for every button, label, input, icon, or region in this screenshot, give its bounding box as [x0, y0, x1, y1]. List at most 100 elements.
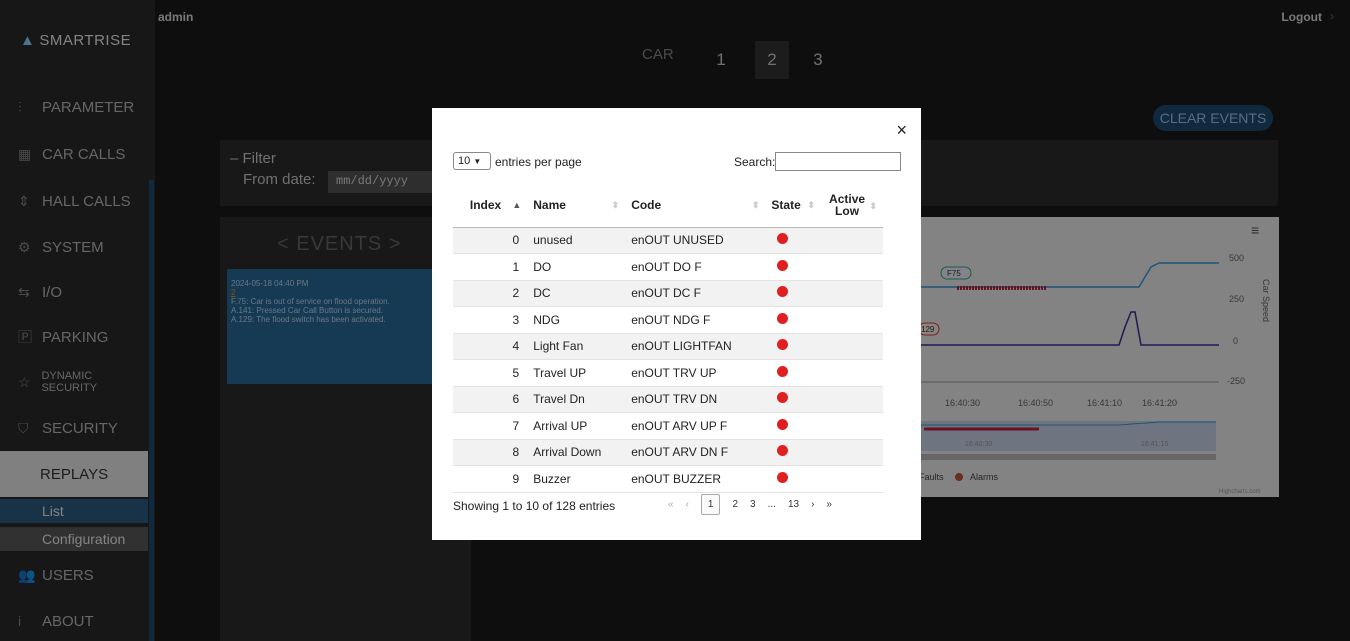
- column-header-name[interactable]: Name ⬍: [527, 183, 626, 228]
- cell-name: NDG: [527, 306, 626, 334]
- entries-per-page-select[interactable]: 10 ▼: [453, 152, 491, 170]
- outputs-modal: × 10 ▼ entries per page Search: Index ▲ N…: [432, 108, 921, 540]
- cell-index: 6: [453, 386, 528, 413]
- cell-name: Arrival UP: [527, 412, 626, 440]
- cell-active-low: [821, 306, 883, 334]
- cell-name: DC: [527, 280, 626, 307]
- cell-index: 1: [453, 253, 528, 281]
- cell-name: Buzzer: [527, 465, 626, 493]
- cell-code: enOUT DO F: [625, 253, 766, 281]
- cell-index: 7: [453, 412, 528, 440]
- cell-index: 0: [453, 227, 528, 254]
- table-row[interactable]: 3 NDG enOUT NDG F: [453, 306, 883, 334]
- column-header-code[interactable]: Code ⬍: [625, 183, 766, 228]
- state-indicator: [777, 445, 789, 457]
- cell-name: Travel UP: [527, 359, 626, 387]
- cell-code: enOUT LIGHTFAN: [625, 333, 766, 360]
- table-row[interactable]: 0 unused enOUT UNUSED: [453, 227, 883, 254]
- table-row[interactable]: 8 Arrival Down enOUT ARV DN F: [453, 439, 883, 466]
- table-row[interactable]: 5 Travel UP enOUT TRV UP: [453, 359, 883, 387]
- cell-state: [765, 412, 822, 440]
- cell-state: [765, 227, 822, 254]
- table-header-row: Index ▲ Name ⬍ Code ⬍ State ⬍ Active Low ⬍: [453, 183, 883, 228]
- column-header-index[interactable]: Index ▲: [453, 183, 528, 228]
- cell-index: 4: [453, 333, 528, 360]
- cell-name: Light Fan: [527, 333, 626, 360]
- entries-per-page-label: entries per page: [495, 155, 582, 169]
- cell-state: [765, 280, 822, 307]
- state-indicator: [777, 233, 789, 245]
- cell-active-low: [821, 386, 883, 413]
- state-indicator: [777, 259, 789, 271]
- table-row[interactable]: 4 Light Fan enOUT LIGHTFAN: [453, 333, 883, 360]
- cell-state: [765, 386, 822, 413]
- page-ellipsis: ...: [767, 498, 776, 510]
- cell-index: 9: [453, 465, 528, 493]
- sort-icon: ⬍: [611, 200, 620, 210]
- cell-index: 3: [453, 306, 528, 334]
- page-button[interactable]: 13: [788, 499, 799, 510]
- page-next-button[interactable]: ›: [811, 499, 814, 510]
- cell-code: enOUT DC F: [625, 280, 766, 307]
- state-indicator: [777, 418, 789, 430]
- cell-state: [765, 439, 822, 466]
- sort-asc-icon: ▲: [512, 200, 522, 210]
- state-indicator: [777, 286, 789, 298]
- page-button[interactable]: 3: [750, 499, 756, 510]
- cell-code: enOUT ARV DN F: [625, 439, 766, 466]
- table-row[interactable]: 9 Buzzer enOUT BUZZER: [453, 465, 883, 493]
- close-icon[interactable]: ×: [896, 120, 907, 141]
- page-button[interactable]: 2: [732, 499, 738, 510]
- pagination: « ‹ 1 2 3 ... 13 › »: [662, 493, 838, 515]
- search-input[interactable]: [775, 152, 901, 171]
- state-indicator: [777, 365, 789, 377]
- sort-icon: ⬍: [751, 200, 760, 210]
- cell-code: enOUT TRV UP: [625, 359, 766, 387]
- cell-state: [765, 359, 822, 387]
- cell-active-low: [821, 280, 883, 307]
- page-last-button[interactable]: »: [826, 499, 832, 510]
- cell-index: 8: [453, 439, 528, 466]
- state-indicator: [777, 392, 789, 404]
- cell-active-low: [821, 465, 883, 493]
- cell-active-low: [821, 253, 883, 281]
- column-header-state[interactable]: State ⬍: [765, 183, 822, 228]
- table-row[interactable]: 2 DC enOUT DC F: [453, 280, 883, 307]
- cell-name: DO: [527, 253, 626, 281]
- cell-state: [765, 306, 822, 334]
- cell-index: 2: [453, 280, 528, 307]
- cell-state: [765, 333, 822, 360]
- cell-index: 5: [453, 359, 528, 387]
- cell-code: enOUT BUZZER: [625, 465, 766, 493]
- column-header-active-low[interactable]: Active Low ⬍: [821, 183, 883, 228]
- cell-code: enOUT ARV UP F: [625, 412, 766, 440]
- state-indicator: [777, 312, 789, 324]
- cell-name: unused: [527, 227, 626, 254]
- table-row[interactable]: 6 Travel Dn enOUT TRV DN: [453, 386, 883, 413]
- page-first-button[interactable]: «: [668, 499, 674, 510]
- cell-name: Travel Dn: [527, 386, 626, 413]
- table-info: Showing 1 to 10 of 128 entries: [453, 499, 616, 513]
- outputs-table: Index ▲ Name ⬍ Code ⬍ State ⬍ Active Low ⬍ 0u…: [453, 183, 883, 493]
- page-prev-button[interactable]: ‹: [686, 499, 689, 510]
- cell-active-low: [821, 333, 883, 360]
- chevron-down-icon: ▼: [473, 157, 482, 166]
- cell-active-low: [821, 412, 883, 440]
- cell-state: [765, 465, 822, 493]
- state-indicator: [777, 339, 789, 351]
- cell-active-low: [821, 439, 883, 466]
- cell-code: enOUT UNUSED: [625, 227, 766, 254]
- cell-code: enOUT TRV DN: [625, 386, 766, 413]
- cell-state: [765, 253, 822, 281]
- cell-active-low: [821, 227, 883, 254]
- sort-icon: ⬍: [869, 201, 877, 211]
- sort-icon: ⬍: [807, 200, 816, 210]
- table-row[interactable]: 1 DO enOUT DO F: [453, 253, 883, 281]
- cell-name: Arrival Down: [527, 439, 626, 466]
- cell-active-low: [821, 359, 883, 387]
- table-row[interactable]: 7 Arrival UP enOUT ARV UP F: [453, 412, 883, 440]
- cell-code: enOUT NDG F: [625, 306, 766, 334]
- page-button-current[interactable]: 1: [700, 493, 721, 515]
- state-indicator: [777, 471, 789, 483]
- search-label: Search:: [734, 155, 776, 169]
